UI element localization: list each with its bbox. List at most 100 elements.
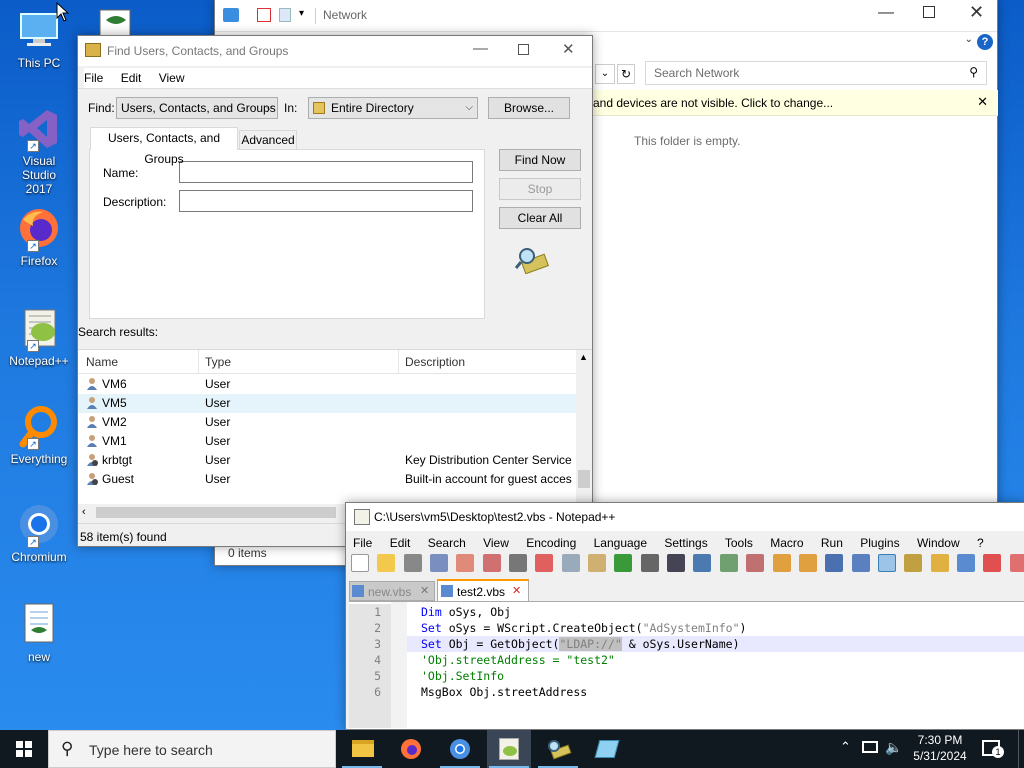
tab-new-vbs[interactable]: new.vbs ✕ bbox=[349, 581, 435, 601]
table-row[interactable]: krbtgt User Key Distribution Center Serv… bbox=[78, 451, 576, 470]
in-scope-select[interactable]: Entire Directory ⌵ bbox=[308, 97, 478, 119]
sync-horizontal-icon[interactable] bbox=[798, 554, 817, 572]
maximize-icon[interactable] bbox=[923, 6, 935, 18]
find-icon[interactable] bbox=[667, 554, 686, 572]
scrollbar-thumb[interactable] bbox=[578, 470, 590, 488]
desktop-icon-notepadpp[interactable]: ↗ Notepad++ bbox=[2, 306, 76, 368]
new-folder-icon[interactable] bbox=[279, 8, 291, 22]
taskbar-find-users[interactable] bbox=[536, 730, 580, 768]
name-input[interactable] bbox=[179, 161, 473, 183]
menu-language[interactable]: Language bbox=[594, 536, 647, 550]
tab-advanced[interactable]: Advanced bbox=[239, 130, 297, 150]
column-header-name[interactable]: Name bbox=[86, 355, 118, 369]
menu-file[interactable]: File bbox=[84, 71, 103, 85]
desktop-icon-everything[interactable]: ↗ Everything bbox=[2, 404, 76, 466]
address-dropdown-icon[interactable]: ⌄ bbox=[595, 64, 615, 84]
menu-file[interactable]: File bbox=[353, 536, 372, 550]
menu-settings[interactable]: Settings bbox=[664, 536, 707, 550]
save-icon[interactable] bbox=[403, 554, 422, 572]
desktop-icon-new[interactable]: new bbox=[2, 602, 76, 664]
document-map-icon[interactable] bbox=[930, 554, 949, 572]
redo-icon[interactable] bbox=[640, 554, 659, 572]
notification-center[interactable]: 1 bbox=[980, 738, 1004, 760]
refresh-icon[interactable]: ↻ bbox=[617, 64, 635, 84]
vertical-scrollbar[interactable]: ▲ bbox=[576, 350, 592, 504]
menu-encoding[interactable]: Encoding bbox=[526, 536, 576, 550]
menu-edit[interactable]: Edit bbox=[121, 71, 142, 85]
info-bar[interactable]: and devices are not visible. Click to ch… bbox=[593, 90, 998, 116]
show-all-chars-icon[interactable] bbox=[851, 554, 870, 572]
start-button[interactable] bbox=[0, 730, 48, 768]
chevron-up-icon[interactable]: ⌃ bbox=[840, 739, 851, 755]
new-file-icon[interactable] bbox=[351, 554, 369, 572]
desktop-icon-chromium[interactable]: ↗ Chromium bbox=[2, 502, 76, 564]
sync-vertical-icon[interactable] bbox=[772, 554, 791, 572]
column-header-description[interactable]: Description bbox=[405, 355, 465, 369]
taskbar-app[interactable] bbox=[585, 730, 629, 768]
menu-view[interactable]: View bbox=[159, 71, 185, 85]
notepadpp-window[interactable]: C:\Users\vm5\Desktop\test2.vbs - Notepad… bbox=[345, 502, 1024, 730]
menu-macro[interactable]: Macro bbox=[770, 536, 803, 550]
find-type-select[interactable]: Users, Contacts, and Groups ⌵ bbox=[116, 97, 278, 119]
search-input[interactable]: Search Network ⚲ bbox=[645, 61, 987, 85]
menu-tools[interactable]: Tools bbox=[725, 536, 753, 550]
explorer-title-bar[interactable]: ▾ Network — ✕ bbox=[215, 0, 997, 32]
menu-edit[interactable]: Edit bbox=[390, 536, 411, 550]
taskbar-chromium[interactable] bbox=[438, 730, 482, 768]
scroll-left-icon[interactable]: ‹ bbox=[82, 506, 86, 518]
table-row[interactable]: VM1 User bbox=[78, 432, 576, 451]
clear-all-button[interactable]: Clear All bbox=[499, 207, 581, 229]
scroll-up-icon[interactable]: ▲ bbox=[579, 352, 588, 362]
network-icon[interactable] bbox=[862, 741, 878, 753]
desktop-icon-firefox[interactable]: ↗ Firefox bbox=[2, 206, 76, 268]
paste-icon[interactable] bbox=[588, 554, 607, 572]
column-header-type[interactable]: Type bbox=[205, 355, 231, 369]
notepadpp-title-bar[interactable]: C:\Users\vm5\Desktop\test2.vbs - Notepad… bbox=[346, 503, 1024, 531]
zoom-out-icon[interactable] bbox=[746, 554, 765, 572]
word-wrap-icon[interactable] bbox=[825, 554, 844, 572]
close-icon[interactable]: ✕ bbox=[512, 584, 521, 597]
minimize-icon[interactable]: — bbox=[473, 40, 488, 57]
taskbar-search-box[interactable]: ⚲ Type here to search bbox=[48, 730, 336, 768]
properties-icon[interactable] bbox=[257, 8, 271, 22]
tab-test2-vbs[interactable]: test2.vbs ✕ bbox=[437, 579, 529, 601]
maximize-icon[interactable] bbox=[518, 44, 529, 55]
find-users-dialog[interactable]: Find Users, Contacts, and Groups — ✕ Fil… bbox=[77, 35, 593, 547]
taskbar-file-explorer[interactable] bbox=[340, 730, 384, 768]
chevron-down-icon[interactable]: ⌄ bbox=[965, 34, 973, 45]
print-icon[interactable] bbox=[509, 554, 528, 572]
menu-window[interactable]: Window bbox=[917, 536, 960, 550]
find-now-button[interactable]: Find Now bbox=[499, 149, 581, 171]
menu-view[interactable]: View bbox=[483, 536, 509, 550]
table-row[interactable]: VM5 User bbox=[78, 394, 576, 413]
zoom-in-icon[interactable] bbox=[719, 554, 738, 572]
taskbar-firefox[interactable] bbox=[389, 730, 433, 768]
folder-as-workspace-icon[interactable] bbox=[983, 554, 1002, 572]
copy-icon[interactable] bbox=[561, 554, 580, 572]
horizontal-scrollbar[interactable]: ‹ bbox=[78, 504, 346, 521]
menu-plugins[interactable]: Plugins bbox=[860, 536, 899, 550]
replace-icon[interactable] bbox=[693, 554, 712, 572]
table-row[interactable]: VM2 User bbox=[78, 413, 576, 432]
code-editor[interactable]: 123456 Dim oSys, Obj Set oSys = WScript.C… bbox=[349, 601, 1024, 729]
open-file-icon[interactable] bbox=[377, 554, 396, 572]
browse-button[interactable]: Browse... bbox=[488, 97, 570, 119]
close-icon[interactable]: ✕ bbox=[562, 40, 575, 58]
close-icon[interactable]: ✕ bbox=[420, 584, 429, 597]
close-all-icon[interactable] bbox=[482, 554, 501, 572]
description-input[interactable] bbox=[179, 190, 473, 212]
volume-muted-icon[interactable]: 🔈 bbox=[885, 739, 902, 756]
close-icon[interactable]: ✕ bbox=[969, 2, 984, 23]
table-row[interactable]: VM6 User bbox=[78, 375, 576, 394]
menu-search[interactable]: Search bbox=[428, 536, 466, 550]
minimize-icon[interactable]: — bbox=[878, 4, 894, 22]
monitoring-icon[interactable] bbox=[1009, 554, 1024, 572]
chevron-down-icon[interactable]: ▾ bbox=[299, 8, 304, 19]
help-icon[interactable]: ? bbox=[977, 34, 993, 50]
menu-run[interactable]: Run bbox=[821, 536, 843, 550]
close-icon[interactable]: ✕ bbox=[977, 94, 988, 110]
desktop-icon-visual-studio[interactable]: ↗ Visual Studio 2017 bbox=[2, 106, 76, 196]
save-all-icon[interactable] bbox=[430, 554, 449, 572]
indent-guide-icon[interactable] bbox=[877, 554, 896, 572]
results-list[interactable]: Name Type Description VM6 User VM5 User … bbox=[78, 349, 592, 521]
